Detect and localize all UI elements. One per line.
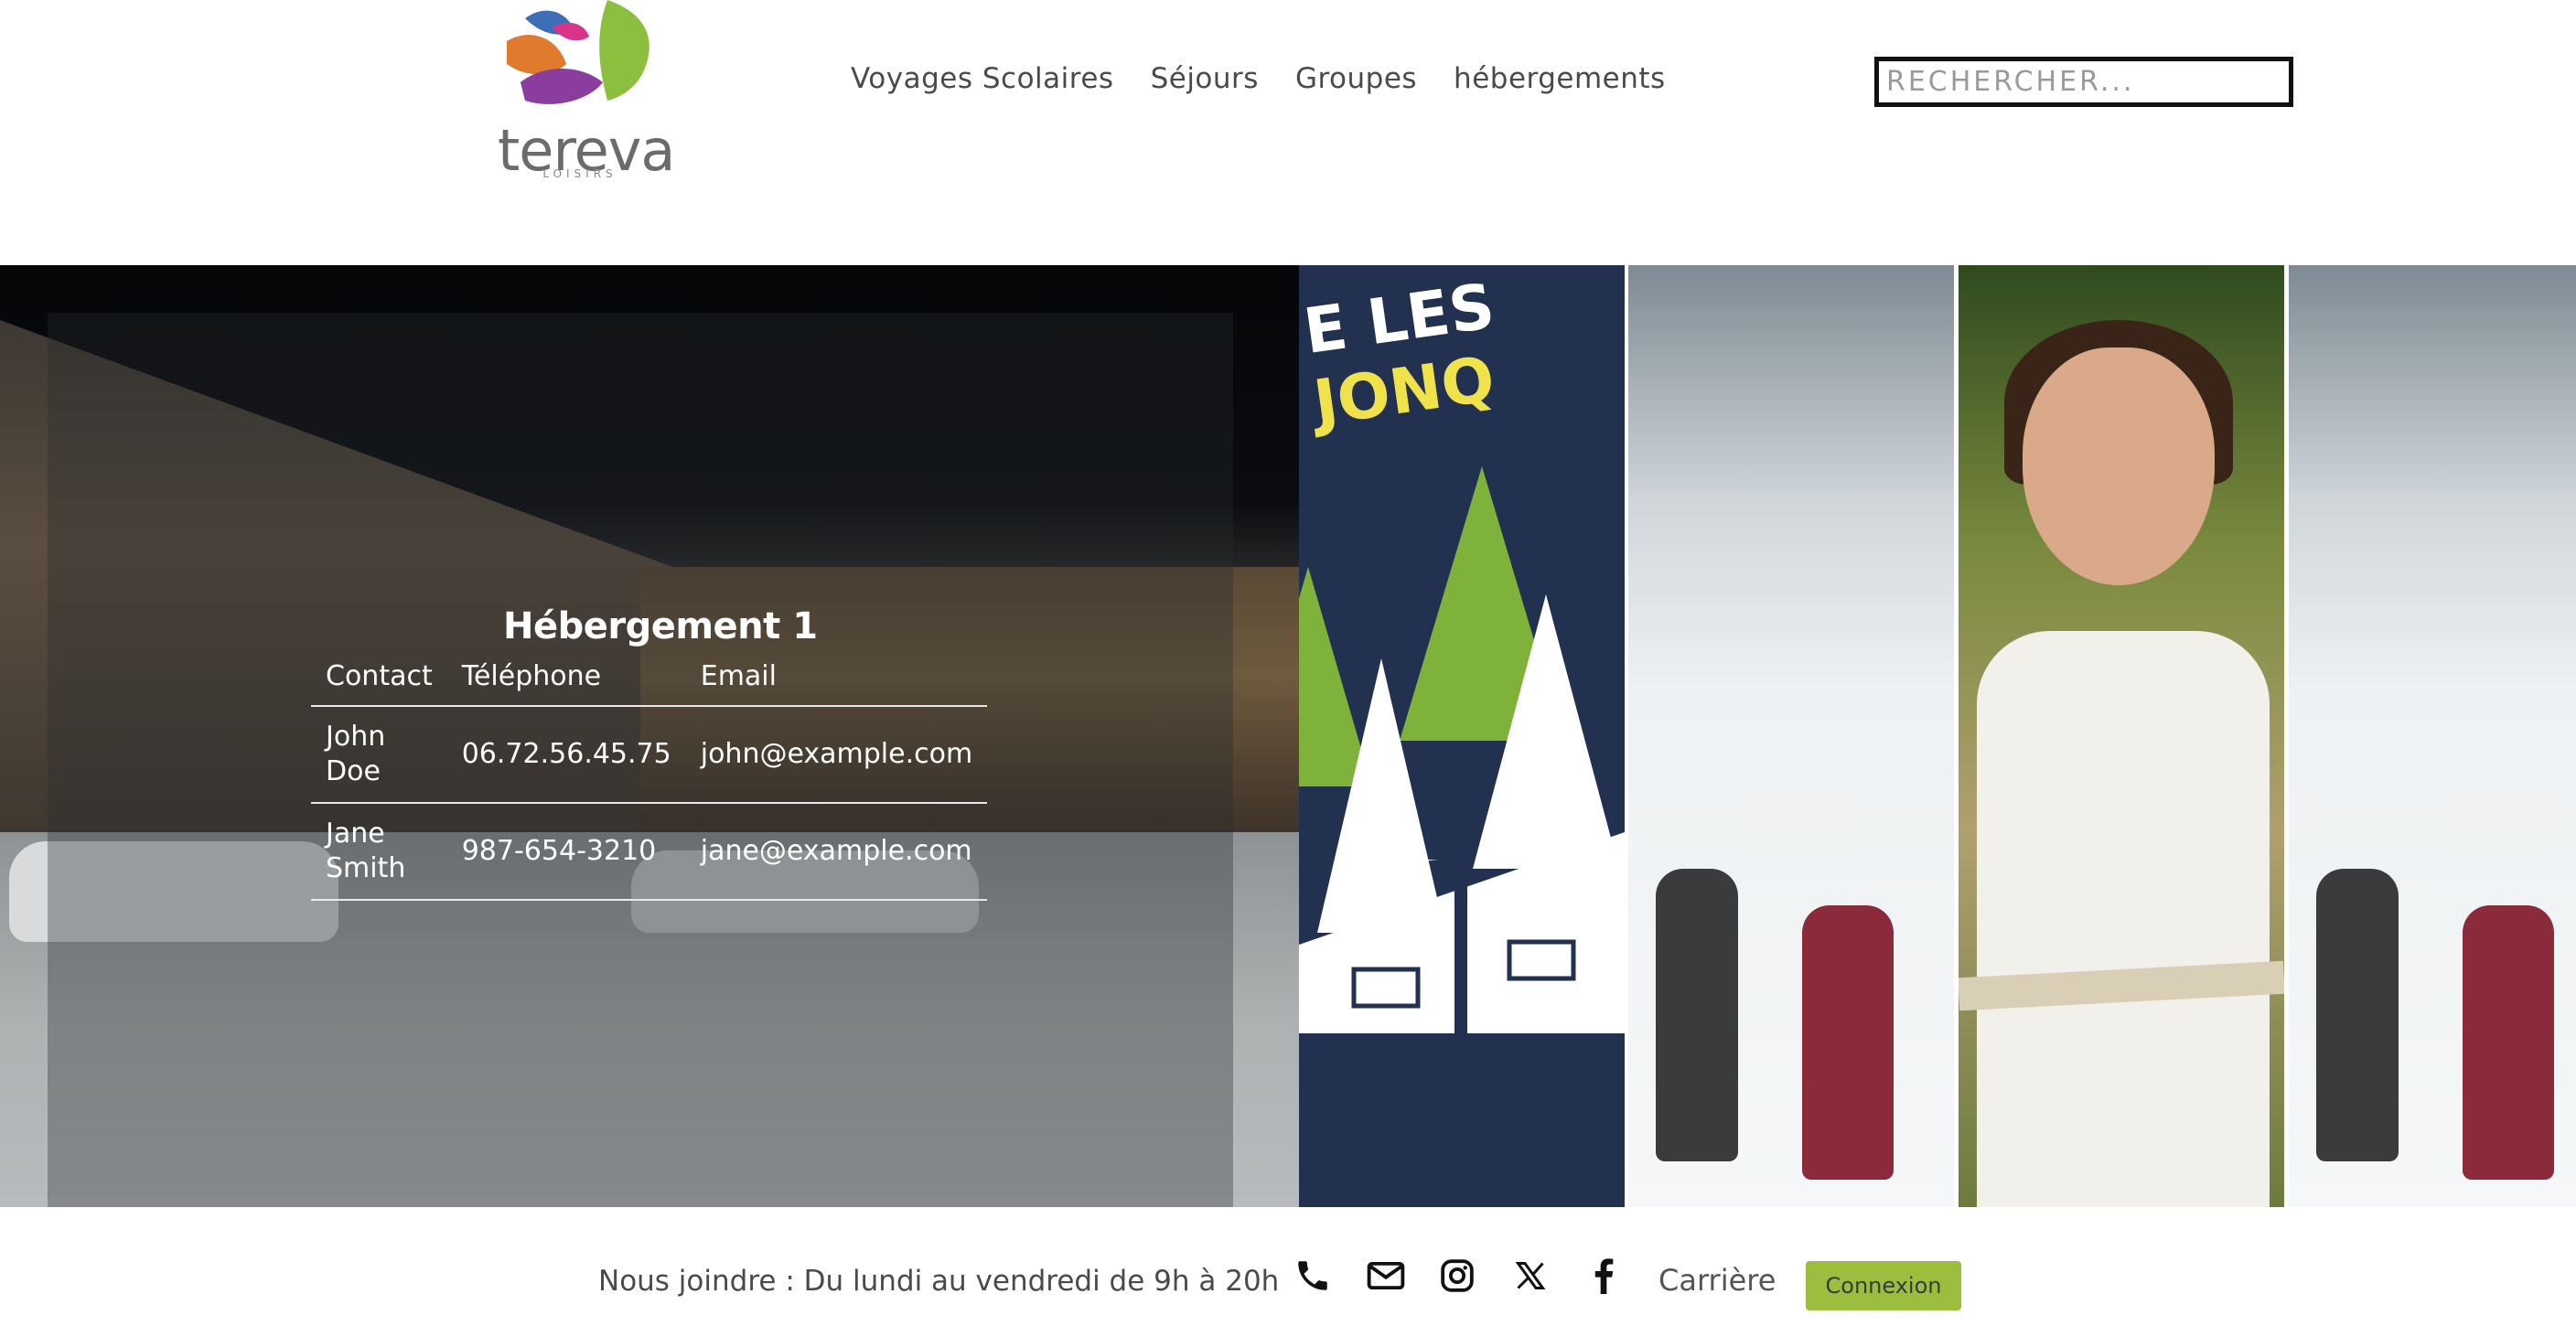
table-header-row: Contact Téléphone Email [311,655,988,707]
x-icon[interactable] [1509,1255,1551,1297]
nav-sejours[interactable]: Séjours [1151,62,1259,95]
site-header: tereva LOISIRS Voyages Scolaires Séjours… [0,0,2576,265]
email-cell: john@example.com [685,706,988,804]
main-nav: Voyages Scolaires Séjours Groupes héberg… [851,62,1666,95]
contact-hours: Nous joindre : Du lundi au vendredi de 9… [598,1265,1280,1298]
logo-subtitle: LOISIRS [542,167,617,180]
table-row: Jane Smith 987-654-3210 jane@example.com [311,803,988,901]
column-header: Téléphone [446,655,686,707]
white-tree [1473,594,1619,869]
nav-groupes[interactable]: Groupes [1295,62,1417,95]
login-button[interactable]: Connexion [1806,1261,1961,1310]
contact-table: Contact Téléphone Email John Doe 06.72.5… [311,655,988,901]
table-row: John Doe 06.72.56.45.75 john@example.com [311,706,988,804]
phone-cell: 987-654-3210 [446,803,686,901]
gallery-panel-poster[interactable]: E LES JONQ [1299,265,1625,1207]
card-title: Hébergement 1 [503,605,818,647]
night-chalet-photo: Hébergement 1 Contact Téléphone Email Jo… [0,265,1299,1207]
poster-base [1299,1033,1625,1207]
search-input[interactable] [1874,57,2293,107]
tereva-logo[interactable]: tereva LOISIRS [498,0,675,184]
gallery-panel-hikers[interactable] [1628,265,1954,1207]
poster-text: E LES JONQ [1300,265,1625,441]
career-link[interactable]: Carrière [1658,1263,1776,1298]
gallery-panel-hikers-2[interactable] [2289,265,2576,1207]
phone-icon[interactable] [1292,1255,1334,1297]
nav-voyages-scolaires[interactable]: Voyages Scolaires [851,62,1114,95]
contact-cell: John Doe [311,706,447,804]
phone-cell: 06.72.56.45.75 [446,706,686,804]
mail-icon[interactable] [1365,1255,1407,1297]
column-header: Contact [311,655,447,707]
site-footer: Nous joindre : Du lundi au vendredi de 9… [0,1207,2576,1326]
hiker-man [2316,869,2399,1161]
girl-face [2023,348,2215,585]
contact-cell: Jane Smith [311,803,447,901]
girl-body [1977,631,2270,1207]
facebook-icon[interactable] [1583,1255,1625,1297]
nav-hebergements[interactable]: hébergements [1454,62,1666,95]
hiker-woman [2463,905,2554,1180]
hiker-man [1656,869,1738,1161]
column-header: Email [685,655,988,707]
hiker-woman [1802,905,1894,1180]
leaf-logo-icon [507,0,649,104]
instagram-icon[interactable] [1436,1255,1478,1297]
email-cell: jane@example.com [685,803,988,901]
ski-lift-icon [1336,860,1576,1043]
gallery-panel-girl[interactable] [1959,265,2284,1207]
hero-section: Hébergement 1 Contact Téléphone Email Jo… [0,265,2576,1207]
